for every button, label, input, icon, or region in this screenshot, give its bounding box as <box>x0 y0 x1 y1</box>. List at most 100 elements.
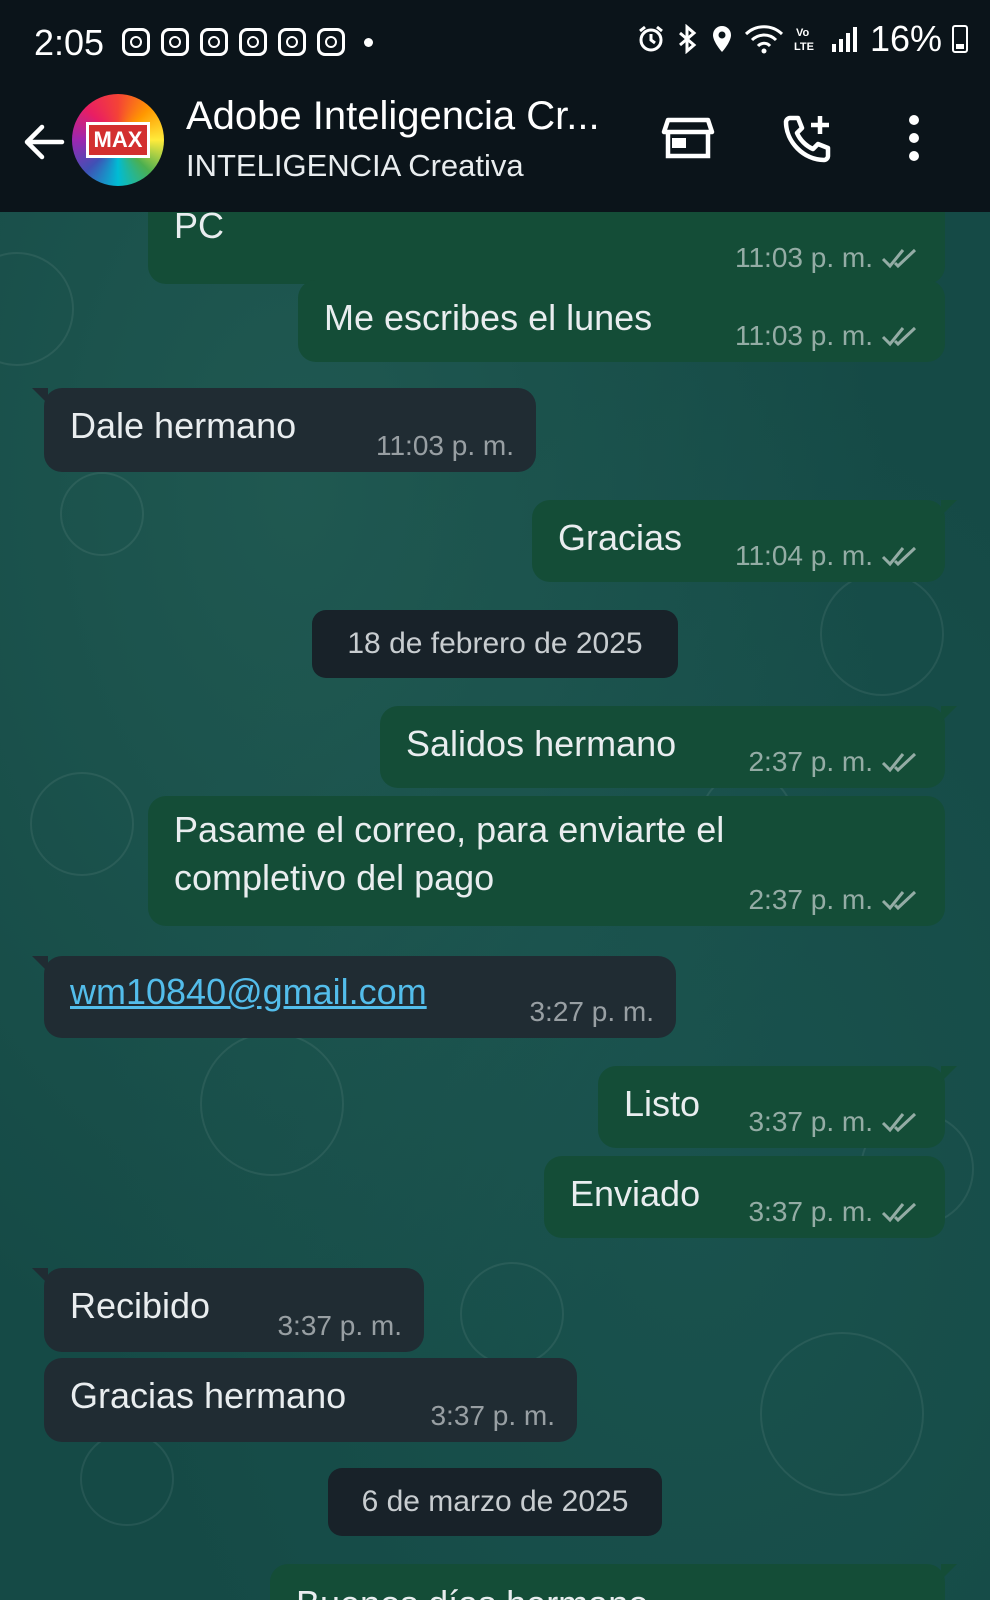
message-time: 3:37 p. m. <box>748 1196 873 1227</box>
message-time: 2:37 p. m. <box>748 746 873 777</box>
message-bubble-incoming[interactable]: Gracias hermano 3:37 p. m. <box>44 1358 577 1442</box>
wifi-icon <box>744 25 783 54</box>
email-link[interactable]: wm10840@gmail.com <box>70 968 427 1016</box>
message-text: Dale hermano <box>70 405 297 446</box>
wallpaper-doodle <box>760 1332 924 1496</box>
message-text: Recibido <box>70 1285 211 1326</box>
chat-title[interactable]: Adobe Inteligencia Cr... <box>186 94 636 139</box>
date-separator: 6 de marzo de 2025 <box>328 1468 662 1536</box>
alarm-icon <box>639 25 663 52</box>
message-bubble-incoming[interactable]: Dale hermano 11:03 p. m. <box>32 388 536 472</box>
wallpaper-doodle <box>60 472 144 556</box>
bubble-tail <box>941 1066 957 1082</box>
message-time: 2:37 p. m. <box>748 884 873 915</box>
message-bubble-outgoing[interactable]: Buenos días hermano <box>270 1564 957 1600</box>
bubble-tail <box>32 956 48 972</box>
message-bubble-outgoing[interactable]: Salidos hermano 2:37 p. m. <box>380 706 957 788</box>
store-icon[interactable] <box>660 110 716 166</box>
message-text: Enviado <box>570 1173 701 1214</box>
message-meta: 3:37 p. m. <box>277 1310 402 1342</box>
double-check-icon <box>881 1112 917 1133</box>
chat-subtitle[interactable]: INTELIGENCIA Creativa <box>186 148 524 184</box>
message-text: Salidos hermano <box>406 723 677 764</box>
message-meta: 3:27 p. m. <box>529 996 654 1028</box>
message-time: 11:03 p. m. <box>734 242 873 273</box>
message-meta: 3:37 p. m. <box>430 1400 555 1432</box>
instagram-icon <box>239 28 267 56</box>
message-time: 3:27 p. m. <box>529 996 654 1027</box>
message-bubble-outgoing[interactable]: Listo 3:37 p. m. <box>598 1066 957 1148</box>
bubble-tail <box>941 500 957 516</box>
double-check-icon <box>881 248 917 269</box>
message-text: Me escribes el lunes <box>324 297 653 338</box>
wallpaper-doodle <box>820 572 944 696</box>
instagram-icon <box>278 28 306 56</box>
double-check-icon <box>881 326 917 347</box>
instagram-icon <box>317 28 345 56</box>
message-time: 3:37 p. m. <box>277 1310 402 1341</box>
double-check-icon <box>881 890 917 911</box>
location-icon <box>712 26 731 52</box>
message-bubble-incoming[interactable]: Recibido 3:37 p. m. <box>32 1268 424 1352</box>
message-meta: 11:04 p. m. <box>735 540 923 572</box>
notification-icons <box>122 28 373 56</box>
volte-icon: Vo LTE <box>794 27 814 53</box>
message-time: 11:04 p. m. <box>734 540 873 571</box>
system-icons: Vo LTE 16% <box>636 18 968 60</box>
wallpaper-doodle <box>200 1032 344 1176</box>
message-bubble-outgoing[interactable]: Me escribes el lunes 11:03 p. m. <box>298 280 945 362</box>
wallpaper-doodle <box>30 772 134 876</box>
battery-icon <box>952 25 968 53</box>
message-bubble-outgoing[interactable]: Enviado 3:37 p. m. <box>544 1156 945 1238</box>
bubble-tail <box>32 388 48 404</box>
message-bubble-outgoing[interactable]: Pasame el correo, para enviarte el compl… <box>148 796 945 926</box>
status-bar: 2:05 Vo LTE 16% <box>0 0 990 88</box>
message-text: Gracias hermano <box>70 1375 347 1416</box>
message-text: Gracias <box>558 517 683 558</box>
message-time: 3:37 p. m. <box>430 1400 555 1431</box>
bubble-tail <box>941 1564 957 1580</box>
message-meta: 2:37 p. m. <box>748 746 923 778</box>
avatar[interactable]: MAX <box>72 94 164 186</box>
svg-text:LTE: LTE <box>794 41 814 53</box>
message-bubble-outgoing[interactable]: PC 11:03 p. m. <box>148 212 945 284</box>
message-meta: 3:37 p. m. <box>748 1196 923 1228</box>
wallpaper-doodle <box>460 1262 564 1366</box>
double-check-icon <box>881 1202 917 1223</box>
message-bubble-outgoing[interactable]: Gracias 11:04 p. m. <box>532 500 957 582</box>
message-time: 11:03 p. m. <box>734 320 873 351</box>
instagram-icon <box>200 28 228 56</box>
back-arrow-icon[interactable] <box>18 116 70 168</box>
bluetooth-icon <box>678 24 697 54</box>
svg-text:Vo: Vo <box>796 27 810 39</box>
message-text: Buenos días hermano <box>296 1580 648 1600</box>
message-time: 3:37 p. m. <box>748 1106 873 1137</box>
signal-icon <box>831 27 857 52</box>
instagram-icon <box>122 28 150 56</box>
double-check-icon <box>881 752 917 773</box>
status-time: 2:05 <box>34 22 105 63</box>
message-meta: 2:37 p. m. <box>748 884 923 916</box>
battery-percent: 16% <box>869 18 942 59</box>
chat-area[interactable]: PC 11:03 p. m. Me escribes el lunes 11:0… <box>0 212 990 1600</box>
wallpaper-doodle <box>80 1432 174 1526</box>
message-meta: 3:37 p. m. <box>748 1106 923 1138</box>
wallpaper-doodle <box>0 252 74 366</box>
add-call-icon[interactable] <box>780 110 836 166</box>
avatar-logo: MAX <box>86 122 150 158</box>
more-notifications-dot-icon <box>364 38 373 47</box>
message-meta: 11:03 p. m. <box>376 430 514 462</box>
message-text: PC <box>174 212 225 246</box>
message-meta: 11:03 p. m. <box>735 320 923 352</box>
message-bubble-incoming[interactable]: wm10840@gmail.com 3:27 p. m. <box>32 956 676 1038</box>
bubble-tail <box>941 706 957 722</box>
instagram-icon <box>161 28 189 56</box>
message-time: 11:03 p. m. <box>375 430 514 461</box>
bubble-tail <box>32 1268 48 1284</box>
double-check-icon <box>881 546 917 567</box>
message-text: Pasame el correo, para enviarte el compl… <box>174 809 725 898</box>
chat-header: MAX Adobe Inteligencia Cr... INTELIGENCI… <box>0 88 990 212</box>
message-text: Listo <box>624 1083 701 1124</box>
more-options-icon[interactable] <box>886 110 942 166</box>
message-meta: 11:03 p. m. <box>735 242 923 274</box>
